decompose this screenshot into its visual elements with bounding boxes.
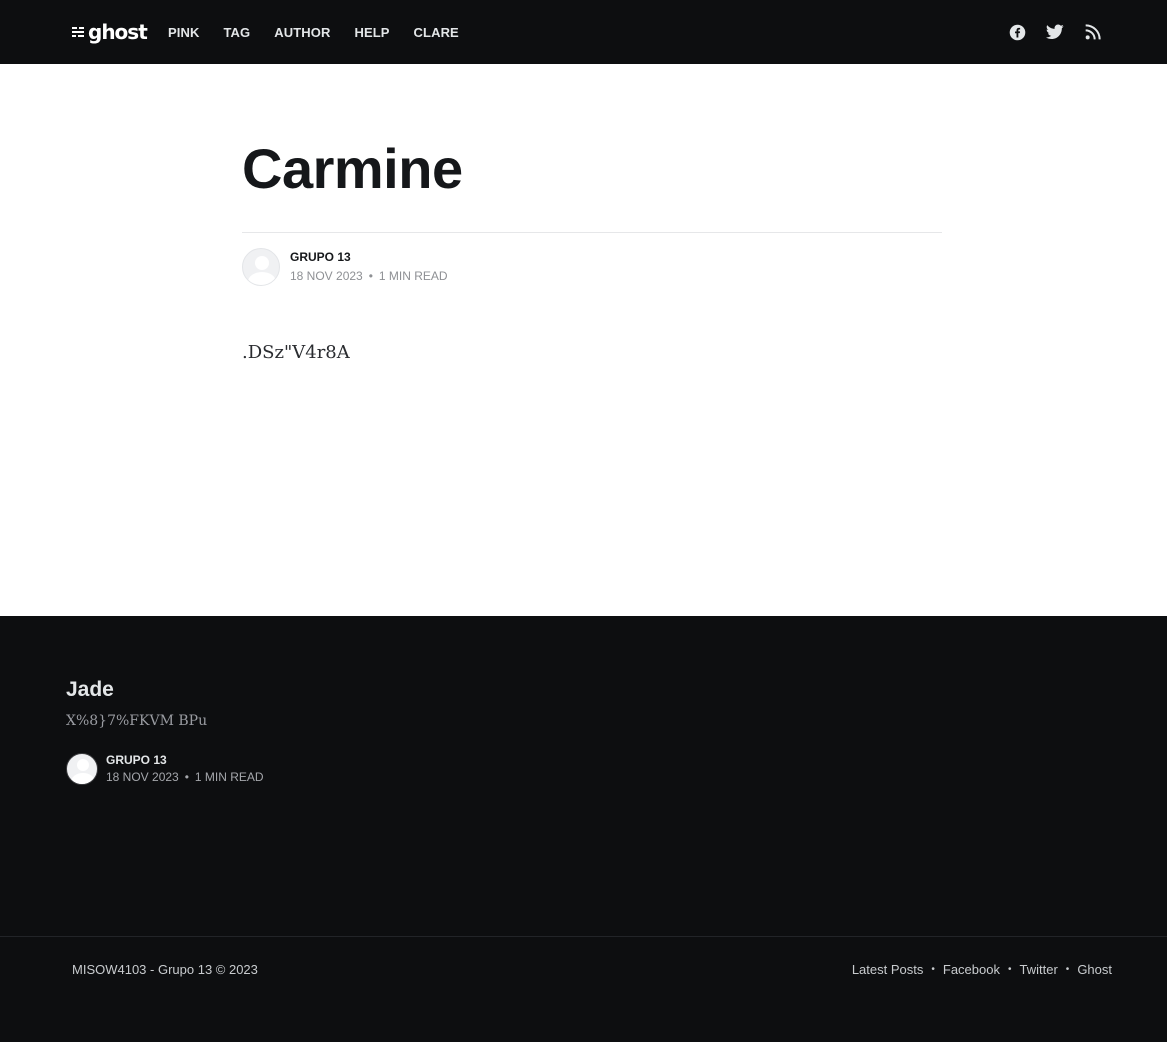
feed-reading-time: 1 MIN READ xyxy=(194,770,264,784)
social-links xyxy=(1007,22,1103,42)
footer-link-latest-posts[interactable]: Latest Posts xyxy=(852,962,924,977)
nav-item-author[interactable]: AUTHOR xyxy=(274,25,330,40)
article-body: .DSz"V4r8A xyxy=(242,342,350,363)
facebook-icon[interactable] xyxy=(1007,22,1027,42)
site-logo[interactable]: ghost xyxy=(72,18,148,46)
feed-post-excerpt: X%8}7%FKVM BPu xyxy=(66,713,208,729)
author-avatar[interactable] xyxy=(242,248,280,286)
twitter-icon[interactable] xyxy=(1045,22,1065,42)
nav-item-clare[interactable]: CLARE xyxy=(414,25,459,40)
main-nav: PINK TAG AUTHOR HELP CLARE xyxy=(168,0,459,64)
footer-dot-separator: • xyxy=(931,964,935,975)
feed-date: 18 NOV 2023 xyxy=(106,770,179,784)
footer-dot-separator: • xyxy=(1007,964,1012,975)
article-byline: GRUPO 13 18 NOV 2023 • 1 MIN READ xyxy=(242,248,448,286)
bullet-separator: • xyxy=(184,770,189,784)
footer-nav: Latest Posts • Facebook • Twitter • Ghos… xyxy=(852,962,1112,977)
rss-icon[interactable] xyxy=(1083,22,1103,42)
nav-item-tag[interactable]: TAG xyxy=(223,25,250,40)
byline-meta: GRUPO 13 18 NOV 2023 • 1 MIN READ xyxy=(290,249,448,285)
logo-text: ghost xyxy=(88,20,148,44)
feed-post-title[interactable]: Jade xyxy=(66,678,114,702)
footer-link-ghost[interactable]: Ghost xyxy=(1077,962,1112,977)
article-dateline: 18 NOV 2023 • 1 MIN READ xyxy=(290,267,448,285)
footer-link-facebook[interactable]: Facebook xyxy=(943,962,1000,977)
footer-link-twitter[interactable]: Twitter xyxy=(1020,962,1058,977)
copyright-text: MISOW4103 - Grupo 13 © 2023 xyxy=(72,962,258,977)
article-header: Carmine xyxy=(242,138,942,200)
feed-author-name[interactable]: GRUPO 13 xyxy=(106,752,264,768)
top-navbar: ghost PINK TAG AUTHOR HELP CLARE xyxy=(0,0,1167,64)
bullet-separator: • xyxy=(368,269,373,283)
author-name[interactable]: GRUPO 13 xyxy=(290,249,448,265)
nav-item-help[interactable]: HELP xyxy=(354,25,389,40)
footer-divider xyxy=(0,936,1167,937)
feed-post-byline: GRUPO 13 18 NOV 2023 • 1 MIN READ xyxy=(66,752,264,785)
ghost-logo-icon xyxy=(72,26,84,38)
title-divider xyxy=(242,232,942,233)
nav-item-pink[interactable]: PINK xyxy=(168,25,199,40)
footer-feed xyxy=(0,616,1167,1042)
feed-author-avatar[interactable] xyxy=(66,752,98,785)
reading-time: 1 MIN READ xyxy=(378,269,448,283)
article-date: 18 NOV 2023 xyxy=(290,269,363,283)
footer-dot-separator: • xyxy=(1065,964,1070,975)
feed-dateline: 18 NOV 2023 • 1 MIN READ xyxy=(106,769,264,785)
article-title: Carmine xyxy=(242,137,463,200)
